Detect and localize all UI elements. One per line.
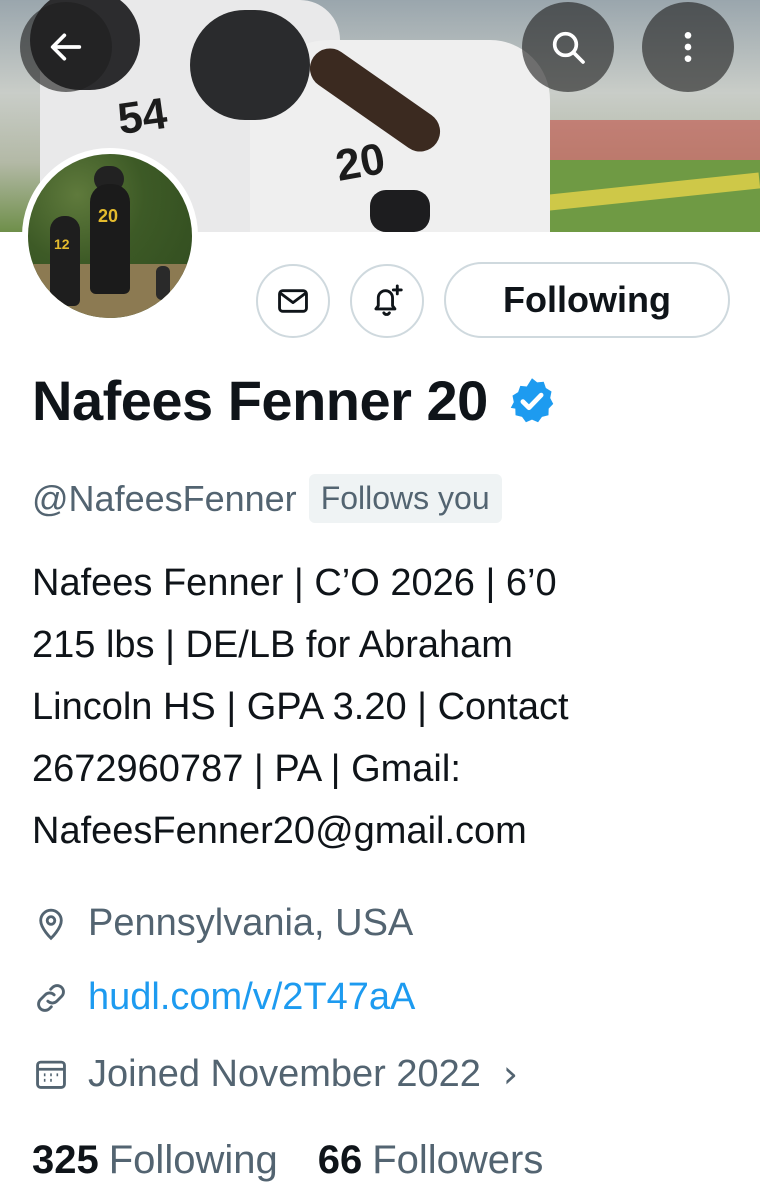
bio: Nafees Fenner | C’O 2026 | 6’0 215 lbs |… xyxy=(32,552,732,862)
display-name: Nafees Fenner 20 xyxy=(32,369,488,432)
arrow-left-icon xyxy=(50,33,82,61)
joined-row[interactable]: Joined November 2022 › xyxy=(32,1052,518,1096)
message-button[interactable] xyxy=(256,264,330,338)
chevron-right-icon[interactable]: › xyxy=(503,1052,518,1096)
envelope-icon xyxy=(278,289,308,313)
joined-text: Joined November 2022 xyxy=(88,1052,481,1095)
notifications-button[interactable] xyxy=(350,264,424,338)
website-link[interactable]: hudl.com/v/2T47aA xyxy=(88,976,415,1019)
bio-line: Lincoln HS | GPA 3.20 | Contact xyxy=(32,686,569,728)
bell-plus-icon xyxy=(374,284,403,316)
more-button[interactable] xyxy=(642,2,734,92)
following-button[interactable]: Following xyxy=(444,262,730,338)
bio-line: NafeesFenner20@gmail.com xyxy=(32,810,527,852)
following-count[interactable]: 325 xyxy=(32,1138,99,1183)
handle-row: @NafeesFenner Follows you xyxy=(32,474,502,523)
avatar[interactable]: 12 20 xyxy=(22,148,198,324)
location-text: Pennsylvania, USA xyxy=(88,902,414,944)
following-label[interactable]: Following xyxy=(109,1138,278,1183)
banner-jersey-number: 54 xyxy=(114,88,171,145)
follow-stats: 325 Following 66 Followers xyxy=(32,1138,543,1183)
avatar-jersey-number: 20 xyxy=(98,206,119,226)
bio-line: Nafees Fenner | C’O 2026 | 6’0 xyxy=(32,562,557,604)
followers-label[interactable]: Followers xyxy=(372,1138,543,1183)
follows-you-badge: Follows you xyxy=(308,474,502,523)
calendar-icon xyxy=(36,1060,66,1089)
banner-jersey-number: 20 xyxy=(332,134,389,191)
website-row: hudl.com/v/2T47aA xyxy=(32,976,415,1019)
name-row: Nafees Fenner 20 xyxy=(32,368,558,433)
location-row: Pennsylvania, USA xyxy=(32,902,413,945)
avatar-jersey-number: 12 xyxy=(54,236,70,252)
bio-line: 2672960787 | PA | Gmail: xyxy=(32,748,461,790)
search-icon xyxy=(552,31,585,64)
location-pin-icon xyxy=(39,908,63,940)
search-button[interactable] xyxy=(522,2,614,92)
user-handle: @NafeesFenner xyxy=(32,477,297,519)
link-icon xyxy=(37,983,65,1012)
followers-count[interactable]: 66 xyxy=(318,1138,363,1183)
verified-badge-icon[interactable] xyxy=(506,375,558,427)
more-vertical-icon xyxy=(684,32,692,62)
bio-line: 215 lbs | DE/LB for Abraham xyxy=(32,624,513,666)
back-button[interactable] xyxy=(20,2,112,92)
